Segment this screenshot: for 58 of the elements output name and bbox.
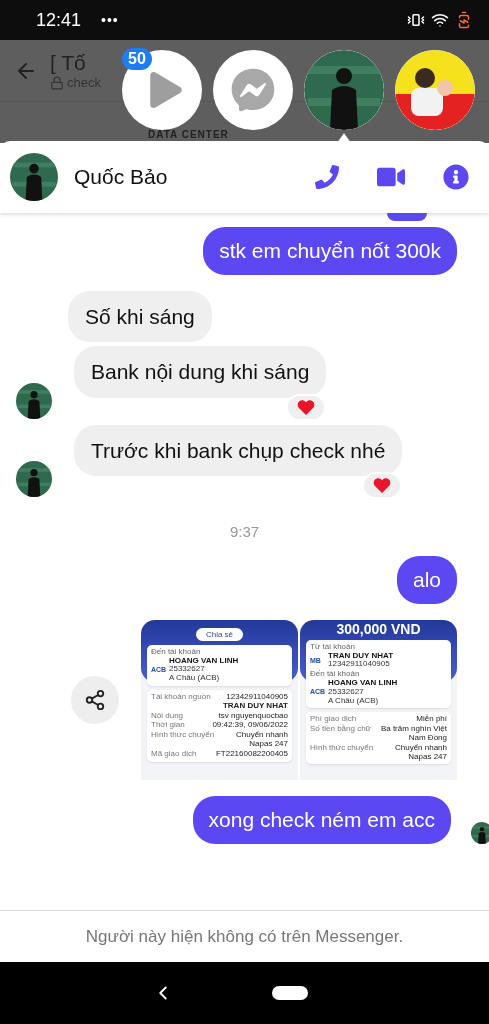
sent-message: alo [396,555,457,604]
detail-value: Chuyển nhanh Napas 247 [234,731,288,749]
detail-value: FT22160082200405 [215,749,288,759]
account-number: 25332627 [328,687,365,697]
receipt-screenshot[interactable] [141,619,298,780]
bank-name: A Châu (ACB) [169,674,221,684]
more-notifications: ••• [101,12,119,28]
wifi-icon [431,11,449,29]
detail-label: Hình thức chuyển [310,743,374,754]
bank-name: A Châu (ACB) [328,696,380,706]
home-button[interactable] [271,986,308,1000]
contact-name: Quốc Bảo [74,165,169,189]
detail-label: Phí giao dịch [310,715,357,724]
received-message: Bank nội dung khi sáng [74,346,327,398]
account-name: TRAN DUY NHAT [328,651,395,661]
avatar [16,460,52,497]
account-number: 25332627 [169,665,206,675]
account-label: Từ tài khoản [310,642,356,652]
heart-icon [373,477,392,494]
page-title: [ Tố [50,51,87,75]
sent-message: stk em chuyển nốt 300k [203,227,457,275]
detail-value: Ba trăm nghìn Việt Nam Đồng [379,725,447,743]
receipt-screenshot[interactable] [300,619,457,780]
timestamp: 9:37 [229,522,260,540]
account-label: Đến tài khoản [310,670,361,680]
lock-icon [50,75,64,90]
heart-icon [297,399,316,416]
account-number: 12342911040905 [328,660,391,670]
vibrate-icon [407,11,425,29]
unread-badge: 50 [122,48,152,70]
share-icon[interactable] [71,675,119,724]
detail-label: Tài khoản nguồn [151,693,211,704]
info-icon[interactable] [443,164,469,190]
avatar [471,821,489,844]
received-message: Số khi sáng [68,291,212,343]
detail-label: Số tiền bằng chữ [310,725,371,736]
account-name: HOANG VAN LINH [328,679,399,688]
avatar [16,382,52,419]
account-label: Đến tài khoản [151,647,202,657]
detail-label: Hình thức chuyển [151,731,215,742]
clock: 12:41 [36,9,82,31]
detail-label: Nội dung [151,711,184,721]
avatar [10,153,58,201]
phone-icon[interactable] [315,165,339,189]
detail-value: 09:42:39, 09/06/2022 [212,721,288,731]
messenger-icon [231,68,275,112]
detail-value: Miễn phí [416,715,447,725]
detail-label: Mã giao dịch [151,749,197,759]
sent-message: xong check ném em acc [192,795,451,844]
detail-value: Chuyển nhanh Napas 247 [393,743,447,762]
detail-value: tsv nguyenquocbao [218,711,288,721]
detail-label: Thời gian [151,721,185,731]
brand-text: DATA CENTER [148,129,229,140]
message-bubble [387,213,427,221]
received-message: Trước khi bank chụp check nhé [74,424,403,476]
account-name: HOANG VAN LINH [169,656,240,666]
play-icon [148,72,184,108]
amount-text: 300,000 VND [336,619,421,636]
